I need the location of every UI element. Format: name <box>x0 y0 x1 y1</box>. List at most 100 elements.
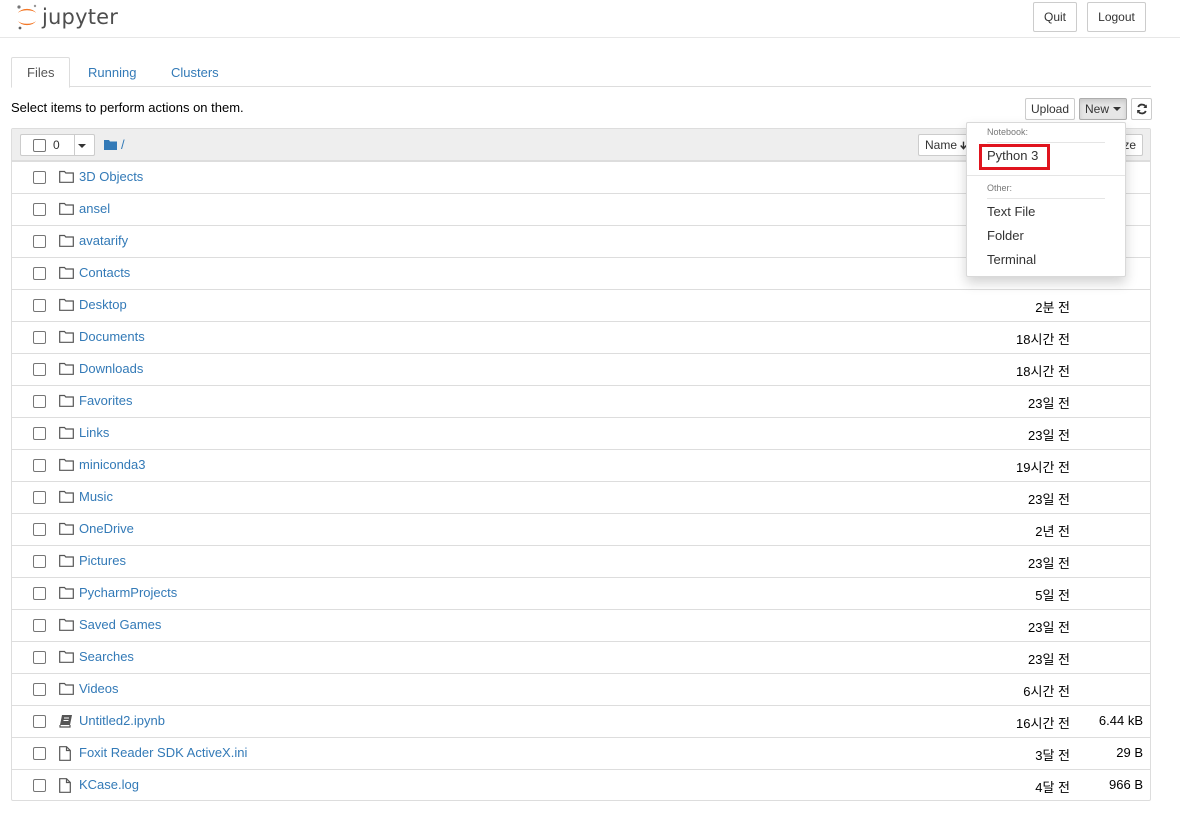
row-checkbox[interactable] <box>33 523 46 536</box>
caret-down-icon[interactable] <box>78 144 86 148</box>
highlight-box <box>979 144 1050 170</box>
file-row[interactable]: Saved Games 23일 전 <box>12 609 1150 641</box>
file-row[interactable]: Searches 23일 전 <box>12 641 1150 673</box>
row-checkbox[interactable] <box>33 555 46 568</box>
file-icon-wrapper <box>59 778 75 794</box>
row-checkbox[interactable] <box>33 427 46 440</box>
breadcrumb-root[interactable]: / <box>121 137 125 152</box>
file-name-link[interactable]: KCase.log <box>79 777 139 792</box>
row-checkbox[interactable] <box>33 267 46 280</box>
row-checkbox[interactable] <box>33 331 46 344</box>
modified-time: 23일 전 <box>1028 396 1070 411</box>
folder-icon <box>59 266 74 279</box>
menu-item-text-file[interactable]: Text File <box>987 204 1035 219</box>
folder-icon-wrapper <box>59 554 75 570</box>
file-name-link[interactable]: Desktop <box>79 297 127 312</box>
menu-divider <box>967 175 1125 176</box>
file-name-link[interactable]: Downloads <box>79 361 143 376</box>
upload-button[interactable]: Upload <box>1025 98 1075 120</box>
jupyter-logo-icon <box>17 4 37 30</box>
file-name-link[interactable]: Untitled2.ipynb <box>79 713 165 728</box>
file-name-link[interactable]: 3D Objects <box>79 169 143 184</box>
file-row[interactable]: Downloads 18시간 전 <box>12 353 1150 385</box>
select-all-dropdown[interactable]: 0 <box>20 134 95 156</box>
row-checkbox[interactable] <box>33 363 46 376</box>
selection-hint: Select items to perform actions on them. <box>11 100 244 115</box>
file-name-link[interactable]: Links <box>79 425 109 440</box>
modified-time: 3달 전 <box>1035 748 1070 763</box>
file-name-link[interactable]: PycharmProjects <box>79 585 177 600</box>
modified-time: 4달 전 <box>1035 780 1070 795</box>
folder-icon-wrapper <box>59 586 75 602</box>
file-name-link[interactable]: Music <box>79 489 113 504</box>
file-name-link[interactable]: Favorites <box>79 393 132 408</box>
modified-time: 18시간 전 <box>1016 364 1070 379</box>
row-checkbox[interactable] <box>33 299 46 312</box>
row-checkbox[interactable] <box>33 779 46 792</box>
folder-icon-wrapper <box>59 458 75 474</box>
file-name-link[interactable]: Documents <box>79 329 145 344</box>
tab-clusters[interactable]: Clusters <box>156 57 234 87</box>
refresh-button[interactable] <box>1131 98 1152 120</box>
row-checkbox[interactable] <box>33 619 46 632</box>
row-checkbox[interactable] <box>33 459 46 472</box>
file-name-link[interactable]: Pictures <box>79 553 126 568</box>
file-row[interactable]: Favorites 23일 전 <box>12 385 1150 417</box>
quit-button[interactable]: Quit <box>1033 2 1077 32</box>
file-row[interactable]: Foxit Reader SDK ActiveX.ini 3달 전 29 B <box>12 737 1150 769</box>
logout-button[interactable]: Logout <box>1087 2 1146 32</box>
file-row[interactable]: Untitled2.ipynb 16시간 전 6.44 kB <box>12 705 1150 737</box>
file-name-link[interactable]: Searches <box>79 649 134 664</box>
menu-item-folder[interactable]: Folder <box>987 228 1024 243</box>
row-checkbox[interactable] <box>33 683 46 696</box>
row-checkbox[interactable] <box>33 651 46 664</box>
folder-icon <box>59 234 74 247</box>
tab-files[interactable]: Files <box>11 57 71 88</box>
file-name-link[interactable]: OneDrive <box>79 521 134 536</box>
row-checkbox[interactable] <box>33 235 46 248</box>
file-row[interactable]: Videos 6시간 전 <box>12 673 1150 705</box>
file-row[interactable]: miniconda3 19시간 전 <box>12 449 1150 481</box>
folder-icon-wrapper <box>59 202 75 218</box>
row-checkbox[interactable] <box>33 747 46 760</box>
folder-icon <box>59 298 74 311</box>
file-row[interactable]: Documents 18시간 전 <box>12 321 1150 353</box>
row-checkbox[interactable] <box>33 587 46 600</box>
select-all-checkbox[interactable] <box>33 139 46 152</box>
menu-item-terminal[interactable]: Terminal <box>987 252 1036 267</box>
jupyter-logo[interactable]: jupyter <box>15 2 118 32</box>
row-checkbox[interactable] <box>33 395 46 408</box>
folder-icon-wrapper <box>59 362 75 378</box>
file-name-link[interactable]: Contacts <box>79 265 130 280</box>
file-row[interactable]: Pictures 23일 전 <box>12 545 1150 577</box>
file-row[interactable]: PycharmProjects 5일 전 <box>12 577 1150 609</box>
folder-icon <box>59 682 74 695</box>
row-checkbox[interactable] <box>33 715 46 728</box>
modified-time: 23일 전 <box>1028 556 1070 571</box>
file-row[interactable]: KCase.log 4달 전 966 B <box>12 769 1150 801</box>
file-name-link[interactable]: Videos <box>79 681 119 696</box>
tab-running[interactable]: Running <box>73 57 151 87</box>
breadcrumb[interactable]: / <box>104 137 125 152</box>
file-row[interactable]: Music 23일 전 <box>12 481 1150 513</box>
folder-icon-wrapper <box>59 490 75 506</box>
folder-icon <box>59 202 74 215</box>
row-checkbox[interactable] <box>33 491 46 504</box>
file-name-link[interactable]: miniconda3 <box>79 457 146 472</box>
file-name-link[interactable]: Foxit Reader SDK ActiveX.ini <box>79 745 247 760</box>
file-icon <box>59 778 71 793</box>
row-checkbox[interactable] <box>33 203 46 216</box>
file-name-link[interactable]: ansel <box>79 201 110 216</box>
file-name-link[interactable]: avatarify <box>79 233 128 248</box>
new-button[interactable]: New <box>1079 98 1127 120</box>
file-row[interactable]: Links 23일 전 <box>12 417 1150 449</box>
modified-time: 2년 전 <box>1035 524 1070 539</box>
logo-text: jupyter <box>42 5 119 29</box>
file-row[interactable]: OneDrive 2년 전 <box>12 513 1150 545</box>
file-name-link[interactable]: Saved Games <box>79 617 161 632</box>
row-checkbox[interactable] <box>33 171 46 184</box>
file-row[interactable]: Desktop 2분 전 <box>12 289 1150 321</box>
file-size: 966 B <box>1109 777 1143 792</box>
file-icon <box>59 746 71 761</box>
folder-icon <box>104 140 117 150</box>
